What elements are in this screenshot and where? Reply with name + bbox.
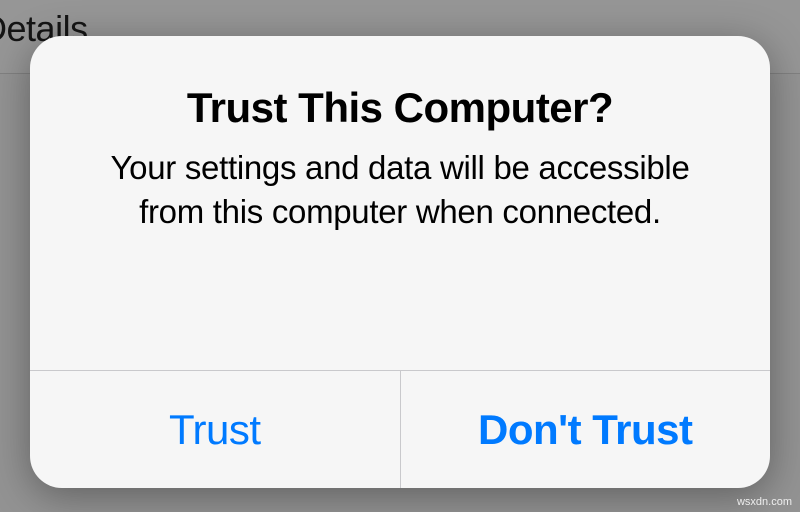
alert-body: Trust This Computer? Your settings and d… xyxy=(30,36,770,370)
alert-title: Trust This Computer? xyxy=(187,84,613,132)
trust-button[interactable]: Trust xyxy=(30,371,400,488)
alert-button-row: Trust Don't Trust xyxy=(30,370,770,488)
trust-computer-alert: Trust This Computer? Your settings and d… xyxy=(30,36,770,488)
dont-trust-button[interactable]: Don't Trust xyxy=(400,371,771,488)
watermark-text: wsxdn.com xyxy=(737,496,792,508)
alert-message: Your settings and data will be accessibl… xyxy=(80,146,720,233)
